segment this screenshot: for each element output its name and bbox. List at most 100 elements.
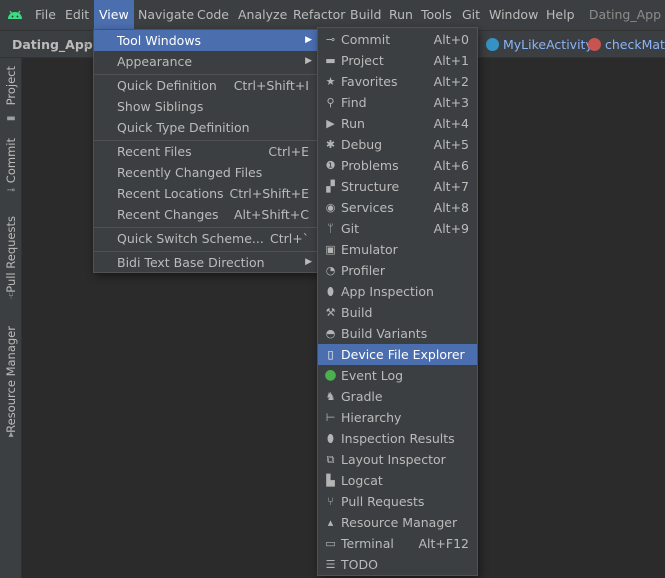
tool-window-project[interactable]: ▬ Project Alt+1 — [318, 50, 477, 71]
menu-item-label: Build Variants — [341, 326, 428, 341]
tool-window-pull-requests[interactable]: ⑂ Pull Requests — [318, 491, 477, 512]
menu-item-label: App Inspection — [341, 284, 434, 299]
submenu-arrow-icon: ▶ — [305, 56, 312, 66]
tool-tab-resource-manager[interactable]: ▴ Resource Manager — [2, 324, 20, 444]
menu-item-recently-changed-files[interactable]: Recently Changed Files — [94, 162, 317, 183]
tool-window-build[interactable]: ⚒ Build — [318, 302, 477, 323]
menu-item-quick-type-definition[interactable]: Quick Type Definition — [94, 117, 317, 138]
tool-window-debug[interactable]: ✱ Debug Alt+5 — [318, 134, 477, 155]
tool-window-favorites[interactable]: ★ Favorites Alt+2 — [318, 71, 477, 92]
tool-tab-project-label: Project — [4, 66, 18, 106]
pull-request-icon: ⑂ — [327, 495, 334, 508]
layout-inspector-icon: ⧉ — [326, 453, 335, 466]
menu-item-label: Favorites — [341, 74, 398, 89]
tool-window-git[interactable]: ᛘ Git Alt+9 — [318, 218, 477, 239]
menu-item-shortcut: Alt+F12 — [418, 536, 470, 551]
tool-window-build-variants[interactable]: ◓ Build Variants — [318, 323, 477, 344]
tool-window-structure[interactable]: ▞ Structure Alt+7 — [318, 176, 477, 197]
tool-window-terminal[interactable]: ▭ Terminal Alt+F12 — [318, 533, 477, 554]
menu-item-recent-files[interactable]: Recent Files Ctrl+E — [94, 141, 317, 162]
tool-window-commit[interactable]: ⊸ Commit Alt+0 — [318, 29, 477, 50]
window-title: Dating_App — [588, 7, 661, 22]
menu-item-shortcut: Alt+5 — [433, 137, 469, 152]
commit-icon: ⊸ — [325, 33, 336, 46]
menu-item-label: Structure — [341, 179, 400, 194]
menu-item-label: Appearance — [117, 54, 193, 69]
menu-build[interactable]: Build — [345, 0, 386, 30]
menu-refactor[interactable]: Refactor — [288, 0, 350, 30]
tool-window-hierarchy[interactable]: ⊢ Hierarchy — [318, 407, 477, 428]
menu-analyze[interactable]: Analyze — [233, 0, 292, 30]
menu-item-shortcut: Ctrl+Shift+I — [233, 78, 309, 93]
menu-item-label: Pull Requests — [341, 494, 425, 509]
tool-tab-pull-requests[interactable]: ⑂ Pull Requests — [2, 214, 20, 306]
menu-item-label: Find — [341, 95, 367, 110]
tool-window-emulator[interactable]: ▣ Emulator — [318, 239, 477, 260]
menu-item-label: Services — [341, 200, 394, 215]
run-icon: ▶ — [326, 117, 335, 130]
bug-icon: ✱ — [325, 138, 336, 151]
menu-tools[interactable]: Tools — [416, 0, 457, 30]
breadcrumb-class[interactable]: MyLikeActivity — [486, 31, 593, 58]
tool-tab-project[interactable]: ▬ Project — [2, 64, 20, 126]
menu-item-recent-locations[interactable]: Recent Locations Ctrl+Shift+E — [94, 183, 317, 204]
menu-item-shortcut: Ctrl+` — [270, 231, 309, 246]
menu-item-quick-definition[interactable]: Quick Definition Ctrl+Shift+I — [94, 75, 317, 96]
menu-item-label: Problems — [341, 158, 399, 173]
menu-item-label: Show Siblings — [117, 99, 204, 114]
breadcrumb-project[interactable]: Dating_App — [12, 31, 93, 58]
tool-window-find[interactable]: ⚲ Find Alt+3 — [318, 92, 477, 113]
menu-navigate[interactable]: Navigate — [133, 0, 199, 30]
menu-code[interactable]: Code — [192, 0, 234, 30]
menu-item-label: Emulator — [341, 242, 398, 257]
tool-window-run[interactable]: ▶ Run Alt+4 — [318, 113, 477, 134]
menu-item-label: Recent Changes — [117, 207, 219, 222]
menu-item-shortcut: Alt+6 — [433, 158, 469, 173]
tool-window-problems[interactable]: ❶ Problems Alt+6 — [318, 155, 477, 176]
emulator-icon: ▣ — [325, 243, 336, 256]
tool-window-resource-manager[interactable]: ▴ Resource Manager — [318, 512, 477, 533]
menu-item-appearance[interactable]: Appearance ▶ — [94, 51, 317, 72]
tool-window-todo[interactable]: ☰ TODO — [318, 554, 477, 575]
menu-item-tool-windows[interactable]: Tool Windows ▶ — [94, 30, 317, 51]
tool-window-logcat[interactable]: ▙ Logcat — [318, 470, 477, 491]
terminal-icon: ▭ — [325, 537, 336, 550]
tool-tab-commit[interactable]: ⊸ Commit — [2, 136, 20, 198]
class-icon — [486, 38, 499, 51]
tool-tab-pull-requests-label: Pull Requests — [4, 216, 18, 293]
tool-window-device-file-explorer[interactable]: ▯ Device File Explorer — [318, 344, 477, 365]
tool-window-event-log[interactable]: ● Event Log — [318, 365, 477, 386]
tool-window-inspection-results[interactable]: ⬮ Inspection Results — [318, 428, 477, 449]
menu-file[interactable]: File — [30, 0, 61, 30]
tool-window-gradle[interactable]: ♞ Gradle — [318, 386, 477, 407]
submenu-arrow-icon: ▶ — [305, 257, 312, 267]
tool-window-services[interactable]: ◉ Services Alt+8 — [318, 197, 477, 218]
menu-item-label: Logcat — [341, 473, 383, 488]
method-icon — [588, 38, 601, 51]
breadcrumb-method[interactable]: checkMat — [588, 31, 665, 58]
menu-bar: File Edit View Navigate Code Analyze Ref… — [0, 0, 665, 30]
menu-window[interactable]: Window — [484, 0, 543, 30]
menu-item-bidi-text-base-direction[interactable]: Bidi Text Base Direction ▶ — [94, 252, 317, 273]
android-studio-logo-icon — [8, 10, 22, 19]
menu-item-show-siblings[interactable]: Show Siblings — [94, 96, 317, 117]
tool-window-layout-inspector[interactable]: ⧉ Layout Inspector — [318, 449, 477, 470]
menu-view[interactable]: View — [94, 0, 134, 30]
menu-edit[interactable]: Edit — [60, 0, 94, 30]
hammer-icon: ⚒ — [325, 306, 336, 319]
menu-item-shortcut: Alt+1 — [433, 53, 469, 68]
tool-window-app-inspection[interactable]: ⬮ App Inspection — [318, 281, 477, 302]
menu-item-shortcut: Alt+3 — [433, 95, 469, 110]
menu-item-label: Device File Explorer — [341, 347, 465, 362]
menu-item-label: TODO — [341, 557, 378, 572]
menu-item-quick-switch-scheme[interactable]: Quick Switch Scheme... Ctrl+` — [94, 228, 317, 249]
menu-item-label: Hierarchy — [341, 410, 402, 425]
tool-window-profiler[interactable]: ◔ Profiler — [318, 260, 477, 281]
menu-help[interactable]: Help — [541, 0, 580, 30]
menu-item-recent-changes[interactable]: Recent Changes Alt+Shift+C — [94, 204, 317, 225]
view-menu: Tool Windows ▶ Appearance ▶ Quick Definiti… — [93, 29, 318, 273]
menu-item-label: Tool Windows — [117, 33, 202, 48]
menu-run[interactable]: Run — [384, 0, 418, 30]
menu-git[interactable]: Git — [457, 0, 485, 30]
structure-icon: ▞ — [326, 180, 335, 193]
